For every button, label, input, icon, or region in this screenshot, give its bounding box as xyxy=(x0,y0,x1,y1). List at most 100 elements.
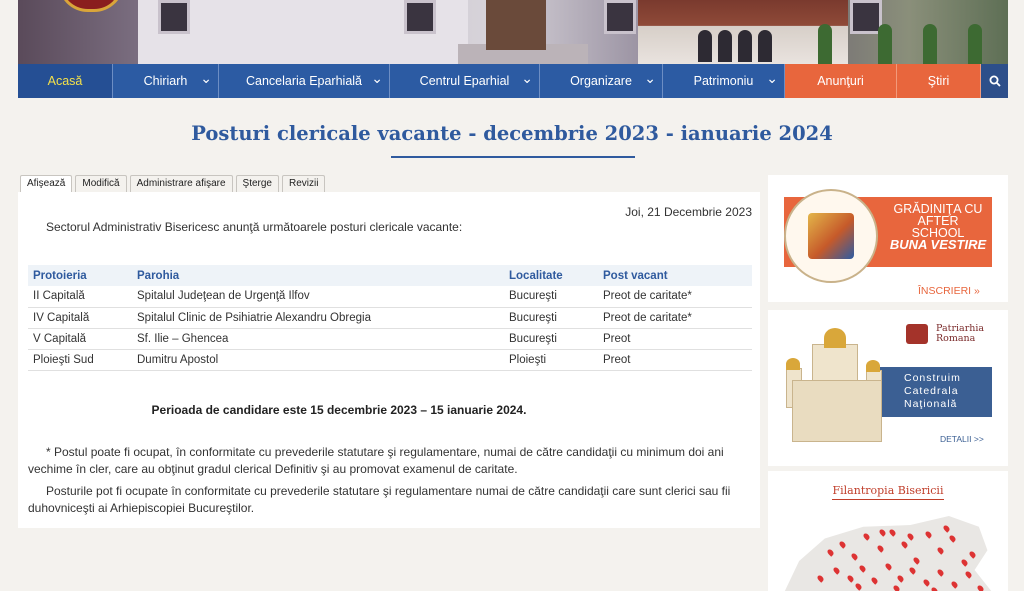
table-header-row: Protoieria Parohia Localitate Post vacan… xyxy=(28,265,752,286)
cathedral-body xyxy=(792,380,882,442)
nav-item-organizare[interactable]: Organizare xyxy=(540,64,663,98)
column-header-protoieria: Protoieria xyxy=(28,265,132,286)
cathedral-image xyxy=(782,320,892,445)
arch xyxy=(738,30,752,62)
nav-item-stiri[interactable]: Ştiri xyxy=(897,64,981,98)
tab-revizii[interactable]: Revizii xyxy=(282,175,326,192)
nav-item-acasa[interactable]: Acasă xyxy=(18,64,113,98)
cathedral-dome xyxy=(786,358,800,370)
romania-map[interactable] xyxy=(782,516,996,591)
icon-image xyxy=(808,213,854,259)
tab-modifica[interactable]: Modifică xyxy=(75,175,127,192)
patriarchy-label: Patriarhia Romana xyxy=(936,324,984,344)
cell-parohia: Sf. Ilie – Ghencea xyxy=(132,328,504,350)
nav-item-anunturi[interactable]: Anunţuri xyxy=(785,64,897,98)
nav-item-label: Acasă xyxy=(47,74,83,88)
page-title: Posturi clericale vacante - decembrie 20… xyxy=(191,122,833,145)
cell-parohia: Dumitru Apostol xyxy=(132,349,504,371)
cell-protoieria: V Capitală xyxy=(28,328,132,350)
cathedral-tower xyxy=(812,344,858,384)
cathedral-banner[interactable]: Patriarhia Romana Construim Catedrala Na… xyxy=(768,310,1008,466)
cell-post-vacant: Preot xyxy=(598,349,752,371)
nav-item-label: Cancelaria Eparhială xyxy=(245,74,363,88)
table-row: IV Capitală Spitalul Clinic de Psihiatri… xyxy=(28,307,752,329)
nav-item-label: Anunţuri xyxy=(817,74,864,88)
tree xyxy=(923,24,937,64)
cell-post-vacant: Preot xyxy=(598,328,752,350)
nav-item-patrimoniu[interactable]: Patrimoniu xyxy=(663,64,785,98)
tree xyxy=(968,24,982,64)
chevron-down-icon xyxy=(766,74,778,86)
tree xyxy=(878,24,892,64)
cathedral-dome xyxy=(866,360,880,372)
footnote-caritate: * Postul poate fi ocupat, în conformitat… xyxy=(28,445,724,476)
nav-item-centrul[interactable]: Centrul Eparhial xyxy=(390,64,540,98)
header-photo xyxy=(18,0,1008,64)
patriarchy-logo xyxy=(906,324,928,344)
cell-localitate: Bucureşti xyxy=(504,286,598,308)
arch xyxy=(698,30,712,62)
search-button[interactable] xyxy=(981,64,1008,98)
slogan-line: Naţională xyxy=(904,398,958,410)
search-icon xyxy=(989,75,1001,87)
table-row: Ploieşti Sud Dumitru Apostol Ploieşti Pr… xyxy=(28,349,752,371)
article-content: Joi, 21 Decembrie 2023 Sectorul Administ… xyxy=(18,192,760,528)
cell-post-vacant: Preot de caritate* xyxy=(598,286,752,308)
nav-item-label: Patrimoniu xyxy=(693,74,754,88)
cell-protoieria: IV Capitală xyxy=(28,307,132,329)
title-underline xyxy=(391,156,635,158)
kindergarten-seal xyxy=(784,189,878,283)
cell-localitate: Bucureşti xyxy=(504,307,598,329)
kindergarten-enroll-link[interactable]: ÎNSCRIERI » xyxy=(918,285,980,297)
table-row: V Capitală Sf. Ilie – Ghencea Bucureşti … xyxy=(28,328,752,350)
tab-sterge[interactable]: Şterge xyxy=(235,175,279,192)
eligibility-note: Posturile pot fi ocupate în conformitate… xyxy=(28,484,731,515)
chevron-down-icon xyxy=(644,74,656,86)
main-nav: Acasă Chiriarh Cancelaria Eparhială Cent… xyxy=(18,64,1008,98)
cell-localitate: Bucureşti xyxy=(504,328,598,350)
arch xyxy=(718,30,732,62)
cell-localitate: Ploieşti xyxy=(504,349,598,371)
cell-parohia: Spitalul Clinic de Psihiatrie Alexandru … xyxy=(132,307,504,329)
philanthropy-widget[interactable]: Filantropia Bisericii xyxy=(768,471,1008,591)
cell-parohia: Spitalul Judeţean de Urgenţă Ilfov xyxy=(132,286,504,308)
patriarchy-line: Romana xyxy=(936,333,976,344)
nav-item-chiriarh[interactable]: Chiriarh xyxy=(113,64,219,98)
column-header-post-vacant: Post vacant xyxy=(598,265,752,286)
chevron-down-icon xyxy=(521,74,533,86)
nav-item-label: Chiriarh xyxy=(143,74,188,88)
cell-post-vacant: Preot de caritate* xyxy=(598,307,752,329)
slogan-line: Catedrala xyxy=(904,385,959,397)
nav-item-cancelaria[interactable]: Cancelaria Eparhială xyxy=(219,64,390,98)
diocese-logo[interactable] xyxy=(58,0,124,12)
philanthropy-title: Filantropia Bisericii xyxy=(832,484,944,497)
cathedral-dome xyxy=(824,328,846,348)
column-header-parohia: Parohia xyxy=(132,265,504,286)
arch xyxy=(758,30,772,62)
slogan-line: Construim xyxy=(904,372,961,384)
cell-protoieria: II Capitală xyxy=(28,286,132,308)
nav-item-label: Organizare xyxy=(570,74,632,88)
window xyxy=(404,0,436,34)
door xyxy=(486,0,546,50)
nav-item-label: Centrul Eparhial xyxy=(419,74,510,88)
admin-tabs: Afişează Modifică Administrare afişare Ş… xyxy=(20,175,326,192)
cathedral-slogan: Construim Catedrala Naţională xyxy=(902,367,992,417)
tab-administrare-afisare[interactable]: Administrare afişare xyxy=(129,175,233,192)
chevron-down-icon xyxy=(200,74,212,86)
chevron-down-icon xyxy=(371,74,383,86)
window xyxy=(158,0,190,34)
column-header-localitate: Localitate xyxy=(504,265,598,286)
tab-afiseaza[interactable]: Afişează xyxy=(20,175,73,192)
window xyxy=(604,0,636,34)
cell-protoieria: Ploieşti Sud xyxy=(28,349,132,371)
philanthropy-underline xyxy=(832,499,944,500)
vacancies-table: Protoieria Parohia Localitate Post vacan… xyxy=(28,265,752,371)
kindergarten-banner[interactable]: GRĂDINIŢA CU AFTER SCHOOL BUNA VESTIRE Î… xyxy=(768,175,1008,302)
nav-item-label: Ştiri xyxy=(927,74,950,88)
kindergarten-text: GRĂDINIŢA CU AFTER SCHOOL BUNA VESTIRE xyxy=(886,203,990,251)
cathedral-details-link[interactable]: DETALII >> xyxy=(940,434,984,444)
tree xyxy=(818,24,832,64)
kindergarten-line: BUNA VESTIRE xyxy=(889,237,987,252)
application-period: Perioada de candidare este 15 decembrie … xyxy=(151,403,527,417)
